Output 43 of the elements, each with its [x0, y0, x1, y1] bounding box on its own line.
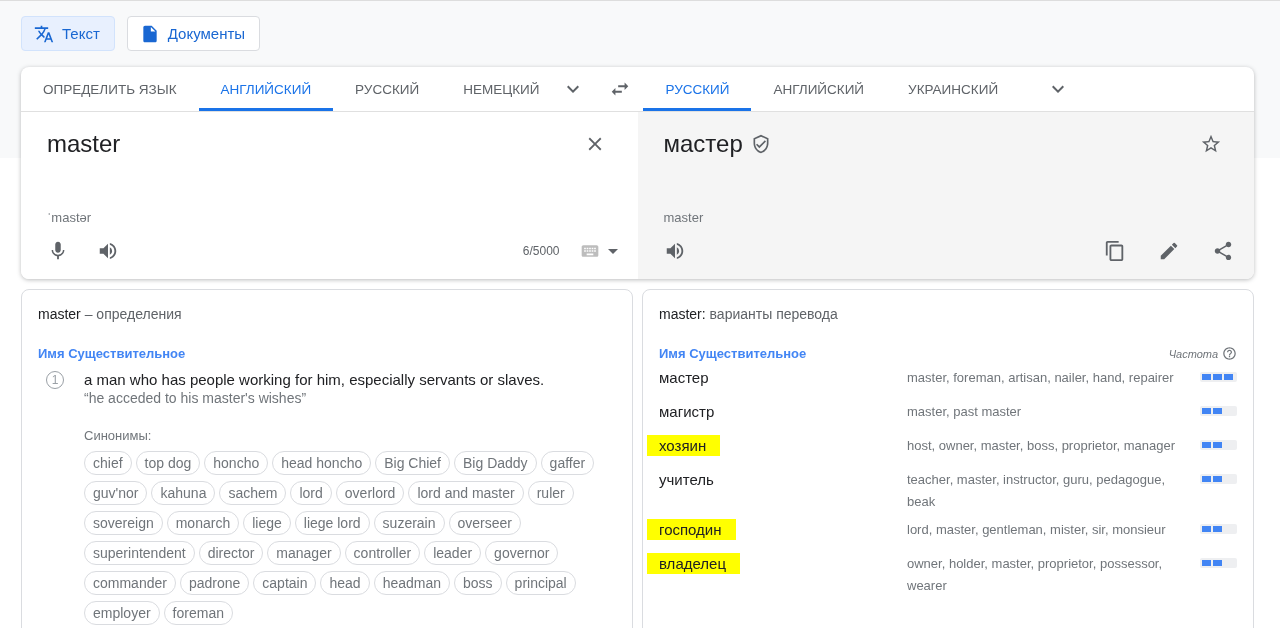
source-text[interactable]: master [47, 130, 121, 158]
transcription: ˈmastər [47, 210, 93, 225]
back-translations: teacher, master, instructor, guru, pedagogue, beak [907, 471, 1166, 511]
translate-icon [34, 23, 54, 44]
back-translations: owner, holder, master, proprietor, possessor, wearer [907, 555, 1164, 595]
copy-icon [1104, 240, 1126, 262]
definitions-heading: master – определения [38, 306, 183, 322]
translation-word[interactable]: мастер [659, 367, 723, 388]
translation-text: мастер [663, 130, 743, 158]
mode-button[interactable]: Документы [126, 16, 261, 51]
back-translations: master, past master [907, 403, 1023, 421]
translations-heading: master: варианты перевода [659, 306, 839, 322]
synonym-chip[interactable]: lord [290, 481, 332, 505]
language-tab[interactable]: ОПРЕДЕЛИТЬ ЯЗЫК [21, 67, 199, 111]
translation-word[interactable]: господин [647, 519, 736, 540]
language-tab[interactable]: АНГЛИЙСКИЙ [751, 67, 887, 111]
help-icon[interactable] [1222, 346, 1237, 361]
character-count: 6/5000 [522, 244, 560, 258]
language-tab[interactable]: УКРАИНСКИЙ [886, 67, 1021, 111]
part-of-speech: Имя Существительное [659, 346, 807, 361]
back-translations: master, foreman, artisan, nailer, hand, repairer [907, 369, 1175, 387]
star-icon [1200, 133, 1222, 155]
definition-text: a man who has people working for him, especially servants or slaves. [84, 371, 546, 388]
example-text: “he acceded to his master's wishes” [84, 390, 308, 406]
copy-button[interactable] [1104, 239, 1126, 263]
translation-word[interactable]: хозяин [647, 435, 721, 456]
translation-word[interactable]: владелец [647, 553, 740, 574]
language-tab[interactable]: РУССКИЙ [333, 67, 442, 111]
caret-icon [607, 248, 618, 254]
share-icon [1212, 240, 1234, 262]
part-of-speech: Имя Существительное [38, 346, 187, 361]
frequency-label: Частота [1168, 347, 1218, 360]
synonyms-label: Синонимы: [84, 428, 153, 443]
speaker-icon [97, 240, 119, 262]
back-translations: host, owner, master, boss, proprietor, manager [907, 437, 1177, 455]
transliteration: master [663, 210, 705, 225]
translation-word[interactable]: магистр [659, 401, 729, 422]
translation-word[interactable]: учитель [659, 469, 728, 490]
mode-button[interactable]: Текст [21, 16, 115, 51]
language-tab[interactable]: НЕМЕЦКИЙ [441, 67, 562, 111]
back-translations: lord, master, gentleman, mister, sir, monsieur [907, 521, 1167, 539]
share-button[interactable] [1212, 239, 1234, 263]
pencil-icon [1158, 240, 1180, 262]
